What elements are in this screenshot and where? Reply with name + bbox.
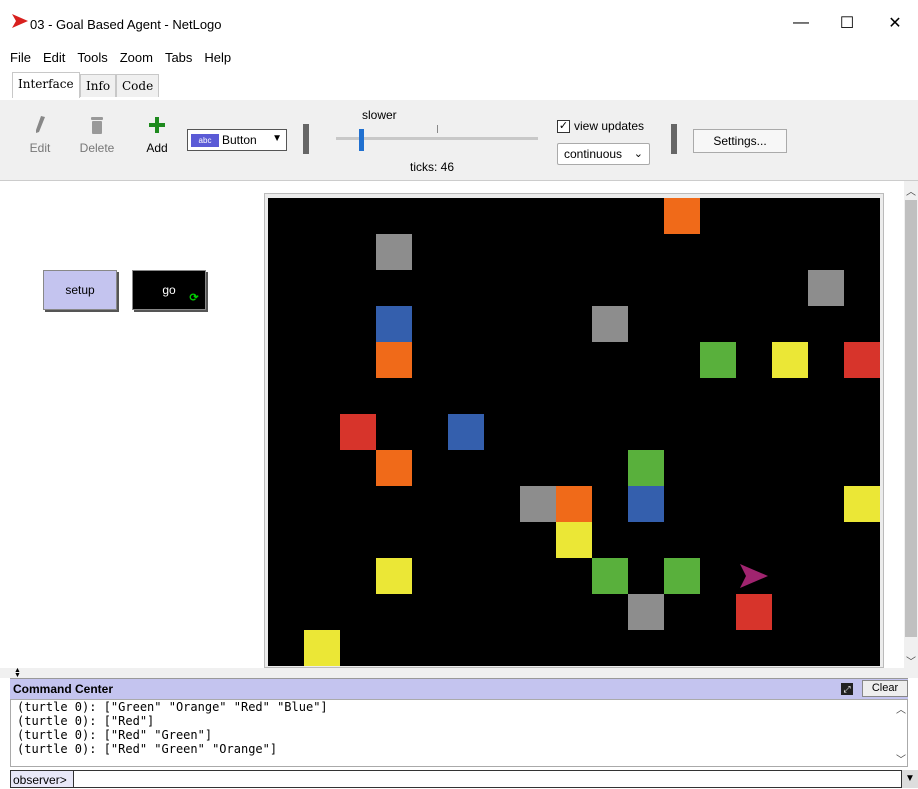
button-widget-icon: abc [191,134,219,147]
patch-red [736,594,772,630]
menu-edit[interactable]: Edit [34,48,68,68]
patch-yellow [304,630,340,666]
menu-tabs[interactable]: Tabs [156,48,195,68]
netlogo-logo-icon [12,14,28,28]
close-window-button[interactable]: ✕ [872,8,918,38]
split-arrows-icon[interactable]: ▲ ▼ [14,667,21,679]
interface-toolbar: Edit Delete Add abc Button ▼ slower tick… [0,100,918,181]
title-bar: 03 - Goal Based Agent - NetLogo — ☐ ✕ [0,0,918,44]
command-center-output: (turtle 0): ["Green" "Orange" "Red" "Blu… [10,699,908,767]
patch-blue [376,306,412,342]
setup-button[interactable]: setup [43,270,117,310]
ticks-counter: ticks: 46 [410,160,455,174]
maximize-icon: ☐ [839,15,855,32]
patch-green [664,558,700,594]
patch-yellow [556,522,592,558]
add-tool-label: Add [146,141,168,155]
scroll-up-icon[interactable]: ︿ [896,701,906,716]
forever-icon: ⟳ [189,292,199,304]
command-output-scrollbar[interactable]: ︿ ﹀ [894,699,908,767]
output-line: (turtle 0): ["Red"] [17,714,155,728]
patch-green [592,558,628,594]
chevron-down-icon: ▼ [272,133,282,144]
speed-slider-center-tick [437,125,438,133]
patch-yellow [772,342,808,378]
patch-yellow [376,558,412,594]
add-tool-button[interactable]: Add [142,116,172,155]
close-icon: ✕ [888,15,902,32]
menu-tools[interactable]: Tools [68,48,110,68]
window-title: 03 - Goal Based Agent - NetLogo [30,17,222,32]
command-input-row: observer> ▼ [10,770,918,788]
output-line: (turtle 0): ["Green" "Orange" "Red" "Blu… [17,700,328,714]
tab-strip: Interface Info Code [0,72,918,101]
patch-blue [628,486,664,522]
clear-button[interactable]: Clear [862,680,908,697]
view-updates-checkbox[interactable]: ✓ [557,120,570,133]
update-mode-value: continuous [564,147,623,161]
tab-info[interactable]: Info [80,74,117,97]
command-center-header: Command Center ⤢ Clear [10,678,908,700]
interface-scrollbar-thumb[interactable] [905,200,917,637]
turtle-arrow-icon [740,564,768,588]
command-input[interactable] [74,770,902,788]
menu-help[interactable]: Help [195,48,234,68]
toolbar-separator [671,124,677,154]
minimize-button[interactable]: — [778,8,824,38]
menu-file[interactable]: File [0,48,34,68]
go-button-label: go [162,283,176,297]
speed-slider-thumb[interactable] [359,129,364,151]
trash-icon [91,117,103,134]
patch-green [700,342,736,378]
view-updates-label: view updates [574,119,645,133]
output-line: (turtle 0): ["Red" "Green" "Orange"] [17,742,278,756]
tab-code[interactable]: Code [116,74,160,97]
patch-orange [664,198,700,234]
maximize-button[interactable]: ☐ [824,8,870,38]
patch-orange [556,486,592,522]
patch-gray [592,306,628,342]
chevron-down-icon: ⌄ [633,148,643,160]
observer-prompt-label[interactable]: observer> [10,770,74,788]
patch-red [844,342,880,378]
output-line: (turtle 0): ["Red" "Green"] [17,728,213,742]
delete-tool-label: Delete [79,141,115,155]
patch-gray [808,270,844,306]
settings-button[interactable]: Settings... [693,129,787,153]
update-mode-select[interactable]: continuous ⌄ [557,143,650,165]
toolbar-separator [303,124,309,154]
go-button[interactable]: go ⟳ [132,270,206,310]
patch-blue [448,414,484,450]
split-divider[interactable] [0,668,918,678]
patch-orange [376,342,412,378]
patch-green [628,450,664,486]
history-dropdown-icon[interactable]: ▼ [902,770,918,788]
patch-orange [376,450,412,486]
patch-yellow [844,486,880,522]
expand-icon[interactable]: ⤢ [841,683,853,695]
edit-tool-label: Edit [29,141,51,155]
delete-tool-button[interactable]: Delete [77,116,117,155]
tab-interface[interactable]: Interface [12,72,80,98]
pencil-icon [36,116,45,133]
patch-gray [376,234,412,270]
widget-type-value: Button [222,133,257,147]
patch-red [340,414,376,450]
scroll-up-icon[interactable]: ︿ [906,183,916,198]
menu-bar: File Edit Tools Zoom Tabs Help [0,48,234,68]
minimize-icon: — [793,14,809,31]
world-view[interactable] [268,198,880,666]
menu-zoom[interactable]: Zoom [111,48,156,68]
scroll-down-icon[interactable]: ﹀ [896,751,906,766]
widget-type-select[interactable]: abc Button ▼ [187,129,287,151]
command-center-title: Command Center [13,682,114,696]
speed-slider-label: slower [362,108,397,122]
plus-icon [149,117,165,133]
patch-gray [520,486,556,522]
speed-slider-track[interactable] [336,137,538,140]
scroll-down-icon[interactable]: ﹀ [906,653,916,668]
edit-tool-button[interactable]: Edit [25,116,55,155]
patch-gray [628,594,664,630]
